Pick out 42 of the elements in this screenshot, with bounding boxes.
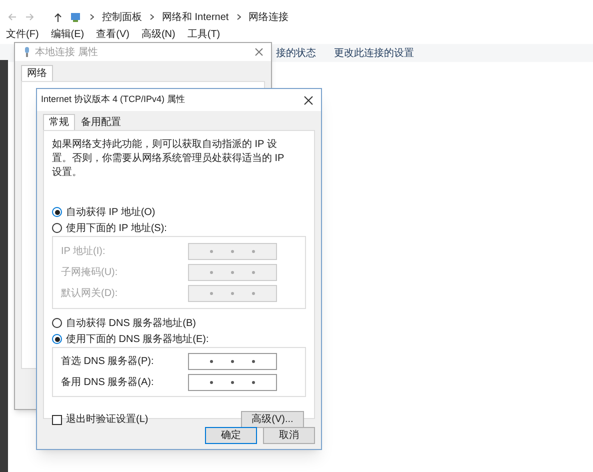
checkbox-label: 退出时验证设置(L) <box>66 412 148 427</box>
window-title: 本地连接 属性 <box>35 46 98 60</box>
radio-button[interactable] <box>52 223 62 233</box>
breadcrumb-item[interactable]: 控制面板 <box>102 10 142 24</box>
breadcrumb-item[interactable]: 网络和 Internet <box>162 10 229 24</box>
radio-button[interactable] <box>52 334 62 344</box>
tab[interactable]: 常规 <box>43 114 75 130</box>
chevron-icon <box>150 14 154 20</box>
control-panel-icon <box>70 11 82 23</box>
description-text: 如果网络支持此功能，则可以获取自动指派的 IP 设置。否则，你需要从网络系统管理员处获得适当的 IP 设置。 <box>52 138 286 180</box>
ip-address-field[interactable] <box>188 374 277 391</box>
breadcrumb-item[interactable]: 网络连接 <box>248 10 289 24</box>
menu-item[interactable]: 工具(T) <box>187 29 220 41</box>
command-link[interactable]: 更改此连接的设置 <box>334 46 414 60</box>
radio-label: 使用下面的 IP 地址(S): <box>66 222 167 236</box>
menu-item[interactable]: 查看(V) <box>96 29 130 41</box>
advanced-button[interactable]: 高级(V)... <box>241 411 304 428</box>
field-label: IP 地址(I): <box>61 244 106 259</box>
menu-item[interactable]: 文件(F) <box>6 29 39 41</box>
chevron-icon <box>236 14 241 20</box>
radio-button[interactable] <box>52 318 62 328</box>
field-label: 子网掩码(U): <box>61 266 119 280</box>
network-adapter-icon <box>23 47 31 57</box>
radio-label: 自动获得 DNS 服务器地址(B) <box>66 316 196 330</box>
radio-label: 使用下面的 DNS 服务器地址(E): <box>66 332 209 346</box>
checkbox[interactable] <box>52 414 62 424</box>
ip-address-field[interactable] <box>188 353 277 370</box>
field-label: 备用 DNS 服务器(A): <box>61 376 155 390</box>
chevron-icon <box>90 14 94 20</box>
command-link[interactable]: 接的状态 <box>276 46 316 60</box>
menu-item[interactable]: 编辑(E) <box>50 29 84 41</box>
up-arrow-icon[interactable] <box>54 12 62 22</box>
radio-button[interactable] <box>52 207 62 217</box>
cancel-button[interactable]: 取消 <box>263 427 315 444</box>
field-label: 默认网关(D): <box>61 286 119 301</box>
field-label: 首选 DNS 服务器(P): <box>61 354 155 369</box>
radio-label: 自动获得 IP 地址(O) <box>66 206 156 220</box>
dialog-title: Internet 协议版本 4 (TCP/IPv4) 属性 <box>41 93 186 106</box>
menu-item[interactable]: 高级(N) <box>141 29 176 41</box>
close-icon[interactable] <box>304 96 313 104</box>
tab[interactable]: 网络 <box>21 65 53 81</box>
ok-button[interactable]: 确定 <box>205 427 257 444</box>
